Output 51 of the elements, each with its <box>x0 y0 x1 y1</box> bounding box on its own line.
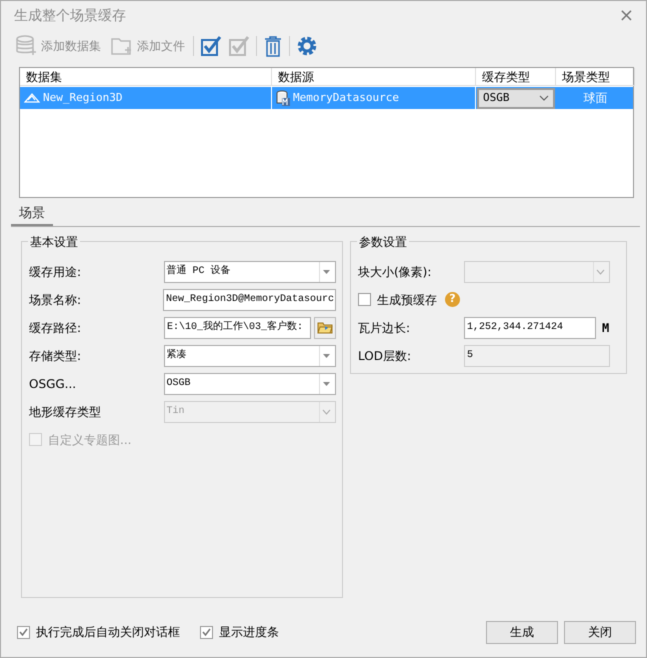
column-header: 缓存类型 <box>476 68 556 86</box>
folder-add-icon <box>111 36 133 56</box>
field-label: OSGG... <box>29 376 78 392</box>
unit-label: M <box>602 320 610 336</box>
checkbox[interactable] <box>200 626 213 638</box>
column-header: 场景类型 <box>556 68 635 86</box>
field-label: 地形缓存类型 <box>29 404 102 420</box>
table-row[interactable]: New_Region3D MemoryDatasource OSGB 球面 <box>20 87 633 109</box>
dropdown[interactable]: OSGB <box>164 372 336 394</box>
checkbox-label: 执行完成后自动关闭对话框 <box>36 624 180 641</box>
window-title: 生成整个场景缓存 <box>14 6 126 26</box>
dropdown-arrow-icon <box>322 268 331 274</box>
dialog-button[interactable]: 生成 <box>486 620 558 644</box>
checkbox-label: 生成预缓存 <box>377 292 437 308</box>
input-field[interactable]: 1,252,344.271424 <box>464 316 596 338</box>
cache-type-select[interactable]: OSGB <box>477 88 555 108</box>
field-label: 缓存路径: <box>29 320 82 336</box>
dropdown-arrow-icon <box>322 380 331 386</box>
input-field[interactable]: New_Region3D@MemoryDatasourc <box>163 288 336 310</box>
input-field[interactable]: E:\10_我的工作\03_客户数: <box>164 316 311 338</box>
folder-icon <box>317 321 333 334</box>
checkbox-label: 自定义专题图... <box>48 432 132 448</box>
field-label: 块大小(像素): <box>358 264 432 280</box>
checkbox-label: 显示进度条 <box>219 624 279 641</box>
table-cell-text: 球面 <box>582 90 608 108</box>
field-label: 缓存用途: <box>29 264 82 280</box>
dropdown-arrow-icon <box>322 352 331 358</box>
checkbox[interactable] <box>358 293 371 306</box>
field-label: LOD层数: <box>358 348 412 364</box>
field-label: 瓦片边长: <box>358 320 412 336</box>
trash-icon[interactable] <box>263 35 283 57</box>
field-label: 存储类型: <box>29 348 82 364</box>
dropdown[interactable]: 普通 PC 设备 <box>164 260 336 282</box>
group-title: 参数设置 <box>357 233 409 251</box>
browse-button[interactable] <box>314 316 336 338</box>
database-add-icon <box>15 35 37 57</box>
dialog-button[interactable]: 关闭 <box>564 620 636 644</box>
region-icon <box>24 92 40 104</box>
tab[interactable]: 场景 <box>11 204 53 226</box>
checkbox[interactable] <box>17 626 30 638</box>
dropdown[interactable]: 紧凑 <box>164 344 336 366</box>
table-cell-text: New_Region3D <box>43 90 122 106</box>
table-cell-text: MemoryDatasource <box>293 90 399 106</box>
column-header: 数据集 <box>20 68 272 86</box>
datasource-icon <box>276 90 290 106</box>
field-label: 场景名称: <box>29 292 82 308</box>
chevron-icon <box>539 95 549 102</box>
column-header: 数据源 <box>272 68 476 86</box>
close-button[interactable]: × <box>618 7 634 25</box>
checkbox-checked-icon[interactable] <box>200 35 222 57</box>
settings-icon[interactable] <box>296 35 318 57</box>
